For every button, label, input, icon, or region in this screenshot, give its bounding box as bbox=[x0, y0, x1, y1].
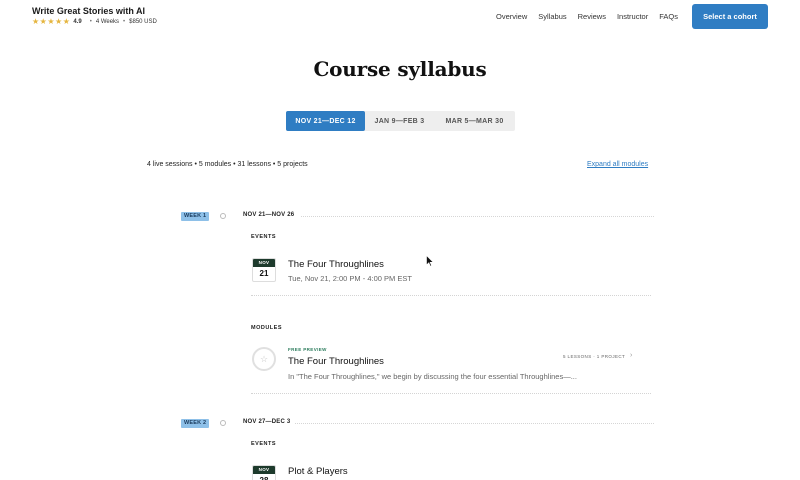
nav-syllabus[interactable]: Syllabus bbox=[538, 12, 566, 21]
nav-faqs[interactable]: FAQs bbox=[659, 12, 678, 21]
mouse-cursor-icon bbox=[426, 255, 434, 267]
course-title: Write Great Stories with AI bbox=[32, 6, 146, 16]
event-title[interactable]: The Four Throughlines bbox=[288, 259, 384, 270]
week-header: WEEK 1 NOV 21—NOV 26 bbox=[181, 211, 654, 221]
star-icon: ★ bbox=[32, 17, 40, 26]
calendar-day: 21 bbox=[259, 269, 269, 278]
calendar-day: 28 bbox=[253, 474, 275, 480]
event-title[interactable]: Plot & Players bbox=[288, 466, 348, 477]
rating-stars: ★ ★ ★ ★ ★ bbox=[32, 18, 70, 26]
syllabus-summary: 4 live sessions • 5 modules • 31 lessons… bbox=[147, 161, 308, 168]
divider bbox=[251, 295, 651, 296]
tab-cohort-nov[interactable]: NOV 21—DEC 12 bbox=[286, 111, 365, 131]
chevron-right-icon[interactable]: › bbox=[630, 352, 632, 359]
course-price: $850 USD bbox=[129, 19, 157, 25]
expand-all-modules-link[interactable]: Expand all modules bbox=[587, 161, 648, 168]
module-title[interactable]: The Four Throughlines bbox=[288, 356, 384, 367]
select-cohort-button[interactable]: Select a cohort bbox=[692, 4, 768, 29]
week-divider bbox=[301, 216, 654, 217]
divider bbox=[251, 393, 651, 394]
free-preview-badge: FREE PREVIEW bbox=[288, 347, 327, 352]
week-badge: WEEK 1 bbox=[181, 211, 210, 221]
star-icon: ★ bbox=[62, 17, 70, 26]
module-description: In "The Four Throughlines," we begin by … bbox=[288, 372, 577, 381]
rating-value: 4.9 bbox=[73, 19, 82, 25]
calendar-icon: NOV 21 bbox=[252, 258, 276, 282]
nav-instructor[interactable]: Instructor bbox=[617, 12, 648, 21]
star-icon: ★ bbox=[39, 17, 47, 26]
separator: • bbox=[123, 19, 126, 25]
separator: • bbox=[89, 19, 92, 25]
calendar-month: NOV bbox=[253, 466, 275, 474]
week-status-icon bbox=[220, 420, 226, 426]
course-meta: ★ ★ ★ ★ ★ 4.9 • 4 Weeks • $850 USD bbox=[32, 18, 157, 26]
module-lesson-count: 5 LESSONS · 1 PROJECT bbox=[563, 354, 626, 359]
week-status-icon bbox=[220, 213, 226, 219]
top-nav: Overview Syllabus Reviews Instructor FAQ… bbox=[485, 12, 678, 21]
header: Write Great Stories with AI ★ ★ ★ ★ ★ 4.… bbox=[0, 0, 800, 34]
page-title: Course syllabus bbox=[313, 57, 487, 81]
star-icon: ★ bbox=[47, 17, 55, 26]
week-dates: NOV 27—DEC 3 bbox=[243, 419, 291, 425]
star-icon: ★ bbox=[55, 17, 63, 26]
modules-label: MODULES bbox=[251, 325, 282, 331]
week-header: WEEK 2 NOV 27—DEC 3 bbox=[181, 418, 654, 428]
tab-cohort-mar[interactable]: MAR 5—MAR 30 bbox=[434, 111, 515, 131]
week-divider bbox=[295, 423, 654, 424]
cohort-tabs: NOV 21—DEC 12 JAN 9—FEB 3 MAR 5—MAR 30 bbox=[286, 111, 515, 131]
week-dates: NOV 21—NOV 26 bbox=[243, 212, 295, 218]
nav-overview[interactable]: Overview bbox=[496, 12, 527, 21]
events-label: EVENTS bbox=[251, 441, 277, 447]
nav-reviews[interactable]: Reviews bbox=[578, 12, 606, 21]
calendar-month: NOV bbox=[253, 259, 275, 267]
course-duration: 4 Weeks bbox=[95, 19, 120, 25]
week-badge: WEEK 2 bbox=[181, 418, 210, 428]
event-time: Tue, Nov 21, 2:00 PM - 4:00 PM EST bbox=[288, 274, 412, 283]
calendar-icon: NOV 28 bbox=[252, 465, 276, 480]
tab-cohort-jan[interactable]: JAN 9—FEB 3 bbox=[365, 111, 434, 131]
star-icon: ☆ bbox=[252, 347, 276, 371]
events-label: EVENTS bbox=[251, 234, 277, 240]
